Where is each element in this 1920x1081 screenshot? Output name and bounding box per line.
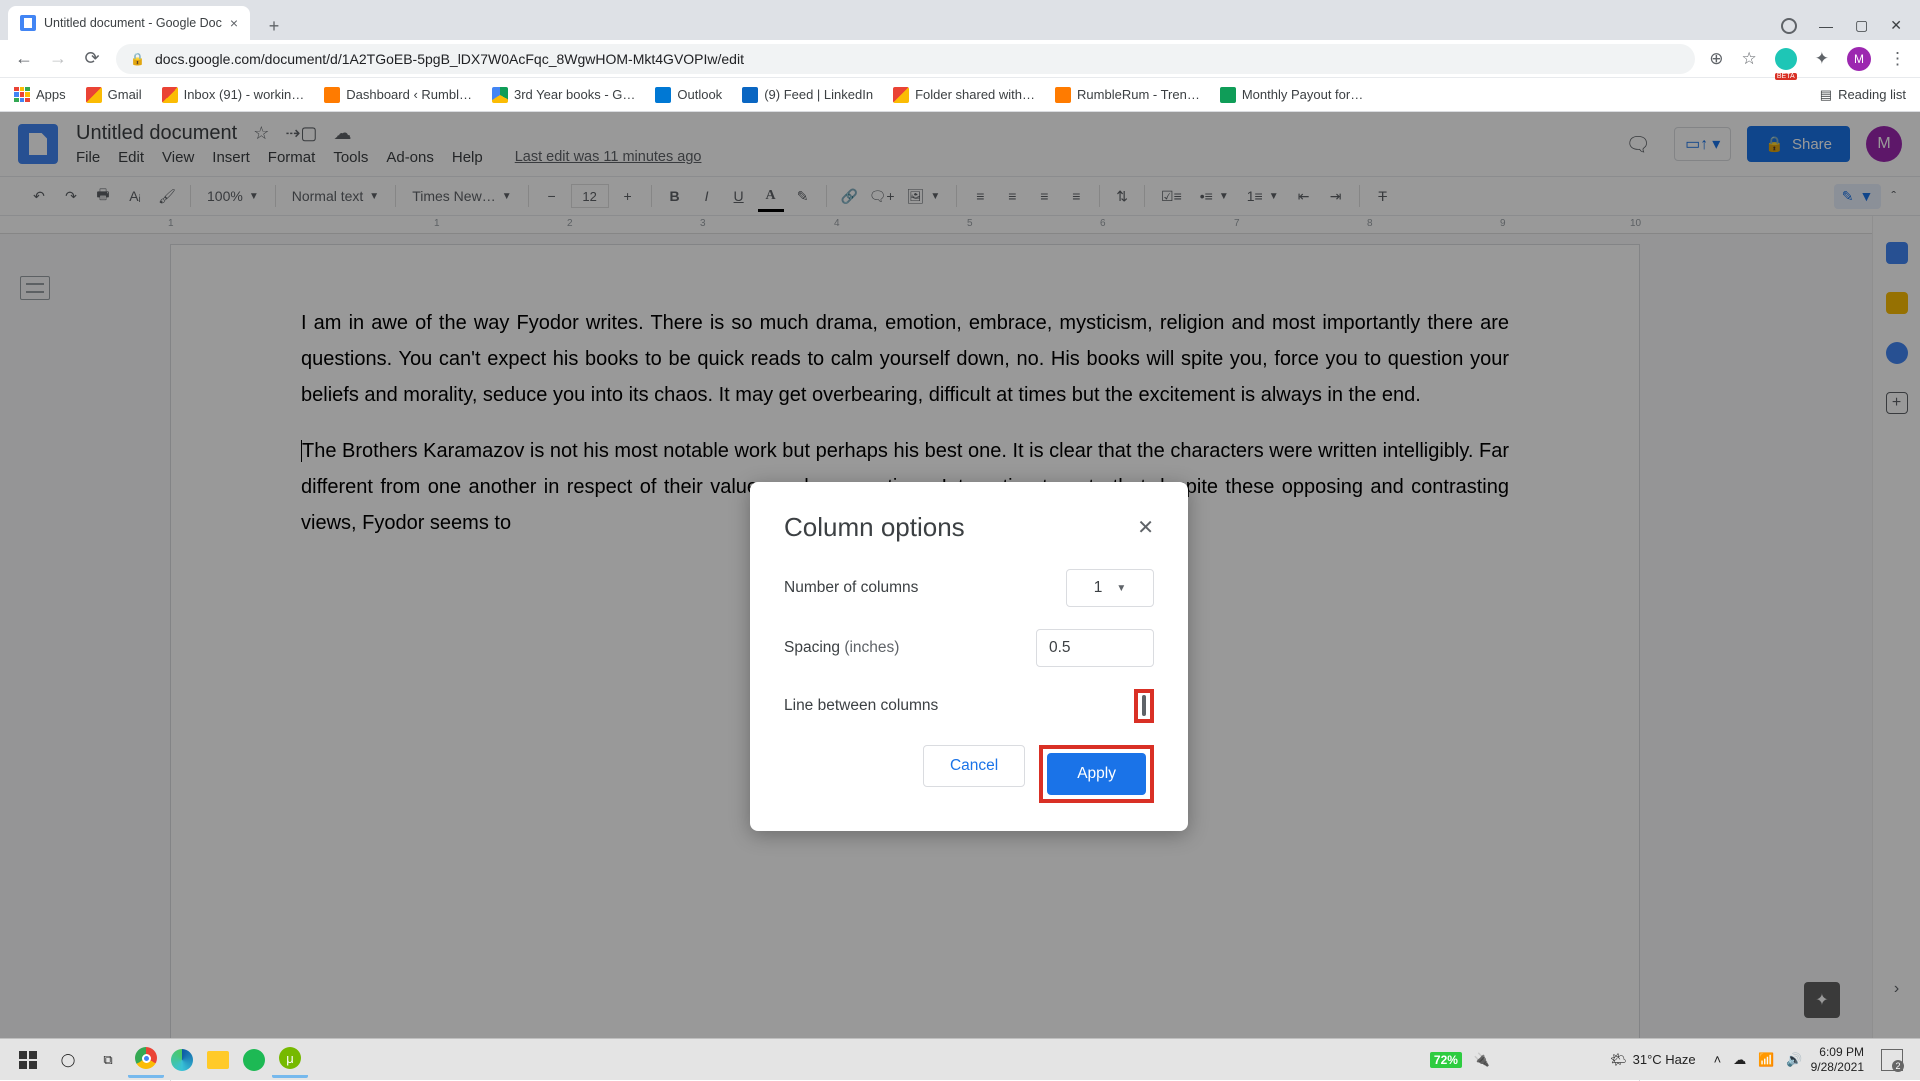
- taskbar-app-explorer[interactable]: [200, 1042, 236, 1078]
- url-input[interactable]: 🔒 docs.google.com/document/d/1A2TGoEB-5p…: [116, 44, 1695, 74]
- linkedin-icon: [742, 87, 758, 103]
- bookmark-outlook[interactable]: Outlook: [655, 87, 722, 103]
- taskbar-app-chrome[interactable]: [128, 1042, 164, 1078]
- line-between-checkbox[interactable]: [1142, 695, 1146, 716]
- new-tab-button[interactable]: +: [260, 12, 288, 40]
- bookmark-drive[interactable]: 3rd Year books - G…: [492, 87, 635, 103]
- browser-address-bar: ← → ⟳ 🔒 docs.google.com/document/d/1A2TG…: [0, 40, 1920, 78]
- profile-avatar-icon[interactable]: M: [1847, 47, 1871, 71]
- back-icon[interactable]: ←: [14, 49, 34, 69]
- cancel-button[interactable]: Cancel: [923, 745, 1025, 787]
- annotation-highlight: Apply: [1039, 745, 1154, 803]
- num-columns-label: Number of columns: [784, 579, 918, 597]
- window-controls: — ▢ ✕: [1781, 17, 1920, 40]
- chrome-menu-icon[interactable]: ⋮: [1889, 49, 1906, 69]
- extension-beta-icon[interactable]: [1775, 48, 1797, 70]
- dialog-close-icon[interactable]: ✕: [1137, 515, 1154, 540]
- tab-title: Untitled document - Google Doc: [44, 16, 222, 30]
- reading-list-icon: ▤: [1820, 87, 1832, 103]
- bookmark-apps[interactable]: Apps: [14, 87, 66, 103]
- bookmark-gmail[interactable]: Gmail: [86, 87, 142, 103]
- minimize-icon[interactable]: —: [1819, 18, 1833, 34]
- chevron-down-icon: ▼: [1116, 583, 1126, 594]
- taskbar-app-spotify[interactable]: [236, 1042, 272, 1078]
- bookmark-star-icon[interactable]: ☆: [1742, 49, 1757, 69]
- tab-close-icon[interactable]: ×: [230, 15, 238, 31]
- bookmarks-bar: Apps Gmail Inbox (91) - workin… Dashboar…: [0, 78, 1920, 112]
- taskbar-app-edge[interactable]: [164, 1042, 200, 1078]
- bookmark-inbox[interactable]: Inbox (91) - workin…: [162, 87, 305, 103]
- docs-favicon-icon: [20, 15, 36, 31]
- gmail-icon: [86, 87, 102, 103]
- lock-icon: 🔒: [130, 52, 145, 66]
- task-view-icon[interactable]: ⧉: [88, 1039, 128, 1081]
- weather-icon: 🌤: [1610, 1052, 1627, 1068]
- maximize-icon[interactable]: ▢: [1855, 17, 1868, 34]
- url-text: docs.google.com/document/d/1A2TGoEB-5pgB…: [155, 51, 744, 67]
- forward-icon[interactable]: →: [48, 49, 68, 69]
- dialog-title: Column options: [784, 512, 965, 543]
- site-icon: [1055, 87, 1071, 103]
- bookmark-sheets[interactable]: Monthly Payout for…: [1220, 87, 1363, 103]
- reload-icon[interactable]: ⟳: [82, 49, 102, 69]
- site-icon: [324, 87, 340, 103]
- start-button-icon[interactable]: [8, 1039, 48, 1081]
- gmail-icon: [162, 87, 178, 103]
- bookmark-folder[interactable]: Folder shared with…: [893, 87, 1035, 103]
- battery-indicator[interactable]: 72%: [1430, 1052, 1462, 1068]
- notifications-icon[interactable]: [1872, 1039, 1912, 1081]
- drive-icon: [492, 87, 508, 103]
- outlook-icon: [655, 87, 671, 103]
- line-between-label: Line between columns: [784, 697, 938, 715]
- num-columns-dropdown[interactable]: 1▼: [1066, 569, 1154, 607]
- reading-list-button[interactable]: ▤Reading list: [1820, 87, 1906, 103]
- wifi-icon[interactable]: 📶: [1758, 1052, 1774, 1068]
- bookmark-rumblerum[interactable]: RumbleRum - Tren…: [1055, 87, 1200, 103]
- close-window-icon[interactable]: ✕: [1890, 17, 1902, 34]
- gmail-icon: [893, 87, 909, 103]
- volume-icon[interactable]: 🔊: [1786, 1052, 1802, 1068]
- browser-tabstrip: Untitled document - Google Doc × + — ▢ ✕: [0, 0, 1920, 40]
- bookmark-linkedin[interactable]: (9) Feed | LinkedIn: [742, 87, 873, 103]
- spacing-label: Spacing (inches): [784, 639, 899, 657]
- search-icon[interactable]: ◯: [48, 1039, 88, 1081]
- browser-tab[interactable]: Untitled document - Google Doc ×: [8, 6, 250, 40]
- charging-icon: 🔌: [1474, 1052, 1490, 1068]
- tray-overflow-icon[interactable]: ˄: [1714, 1052, 1722, 1067]
- apply-button[interactable]: Apply: [1047, 753, 1146, 795]
- annotation-highlight: [1134, 689, 1154, 723]
- extensions-icon[interactable]: ✦: [1815, 49, 1829, 69]
- sheets-icon: [1220, 87, 1236, 103]
- zoom-icon[interactable]: ⊕: [1709, 49, 1723, 69]
- spacing-input[interactable]: 0.5: [1036, 629, 1154, 667]
- windows-taskbar: ◯ ⧉ μ 72% 🔌 🌤 31°C Haze ˄ ☁ 📶 🔊 6:09 PM …: [0, 1038, 1920, 1080]
- taskbar-app-utorrent[interactable]: μ: [272, 1042, 308, 1078]
- onedrive-icon[interactable]: ☁: [1733, 1052, 1746, 1068]
- apps-grid-icon: [14, 87, 30, 103]
- profile-indicator-icon[interactable]: [1781, 18, 1797, 34]
- weather-widget[interactable]: 🌤 31°C Haze: [1610, 1052, 1696, 1068]
- bookmark-dashboard[interactable]: Dashboard ‹ Rumbl…: [324, 87, 472, 103]
- system-clock[interactable]: 6:09 PM 9/28/2021: [1803, 1045, 1872, 1074]
- column-options-dialog: Column options ✕ Number of columns 1▼ Sp…: [750, 482, 1188, 831]
